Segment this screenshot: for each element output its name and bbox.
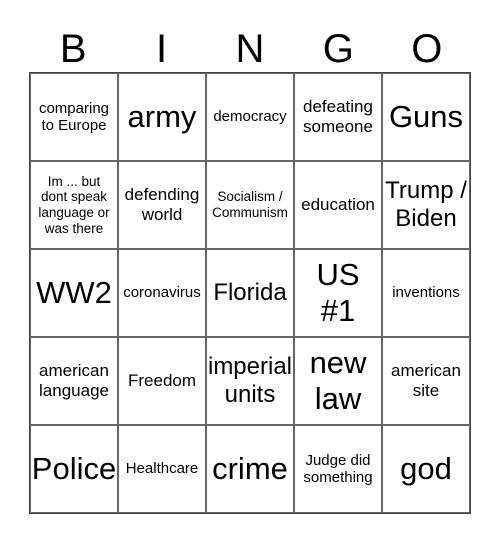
bingo-cell-text: education: [301, 195, 375, 215]
bingo-cell-text: god: [400, 451, 452, 487]
bingo-cell-text: WW2: [36, 275, 112, 311]
bingo-cell[interactable]: US #1: [294, 249, 382, 337]
bingo-cell-text: defending world: [124, 185, 200, 224]
bingo-cell[interactable]: Im ... but dont speak language or was th…: [30, 161, 118, 249]
bingo-cell-text: Judge did something: [303, 451, 373, 486]
bingo-grid: comparing to Europe army democracy defeatin…: [29, 72, 471, 514]
header-letter: G: [322, 27, 354, 71]
bingo-cell[interactable]: Healthcare: [118, 425, 206, 513]
bingo-cell-text: imperial units: [207, 353, 293, 408]
bingo-cell-text: american language: [39, 361, 109, 400]
bingo-cell[interactable]: defeating someone: [294, 73, 382, 161]
bingo-cell[interactable]: american language: [30, 337, 118, 425]
bingo-cell-text: Florida: [213, 279, 287, 307]
bingo-cell[interactable]: Freedom: [118, 337, 206, 425]
header-letter: I: [156, 27, 168, 71]
bingo-cell[interactable]: imperial units: [206, 337, 294, 425]
bingo-cell[interactable]: democracy: [206, 73, 294, 161]
bingo-cell-text: crime: [212, 451, 288, 487]
bingo-cell[interactable]: god: [382, 425, 470, 513]
bingo-cell[interactable]: Socialism / Communism: [206, 161, 294, 249]
bingo-cell-text: army: [127, 99, 197, 135]
bingo-cell[interactable]: WW2: [30, 249, 118, 337]
bingo-cell-text: US #1: [316, 257, 360, 328]
bingo-cell-text: defeating someone: [303, 97, 373, 136]
bingo-cell-text: Guns: [388, 99, 464, 135]
bingo-cell-text: new law: [309, 345, 367, 416]
bingo-cell[interactable]: crime: [206, 425, 294, 513]
bingo-cell[interactable]: Judge did something: [294, 425, 382, 513]
bingo-cell-text: Freedom: [127, 371, 197, 391]
bingo-cell[interactable]: Police: [30, 425, 118, 513]
header-letter: B: [59, 27, 87, 71]
bingo-cell[interactable]: comparing to Europe: [30, 73, 118, 161]
bingo-cell[interactable]: army: [118, 73, 206, 161]
header-letter: O: [411, 27, 443, 71]
bingo-cell[interactable]: defending world: [118, 161, 206, 249]
bingo-cell-text: democracy: [213, 108, 287, 126]
bingo-cell-text: Socialism / Communism: [212, 189, 288, 220]
bingo-cell-text: american site: [391, 361, 461, 400]
bingo-cell[interactable]: coronavirus: [118, 249, 206, 337]
bingo-cell[interactable]: Florida: [206, 249, 294, 337]
bingo-cell[interactable]: Trump / Biden: [382, 161, 470, 249]
bingo-cell-text: comparing to Europe: [38, 99, 110, 134]
bingo-cell-text: coronavirus: [123, 284, 201, 302]
bingo-cell[interactable]: inventions: [382, 249, 470, 337]
bingo-cell[interactable]: Guns: [382, 73, 470, 161]
bingo-header: B I N G O: [29, 26, 471, 72]
bingo-cell-text: Im ... but dont speak language or was th…: [38, 173, 110, 236]
bingo-cell-text: Trump / Biden: [385, 177, 467, 232]
bingo-cell-text: Police: [31, 451, 117, 487]
bingo-cell-text: Healthcare: [125, 460, 199, 478]
header-letter: N: [235, 27, 265, 71]
bingo-cell[interactable]: american site: [382, 337, 470, 425]
bingo-cell[interactable]: education: [294, 161, 382, 249]
bingo-cell-text: inventions: [392, 284, 460, 302]
bingo-cell[interactable]: new law: [294, 337, 382, 425]
